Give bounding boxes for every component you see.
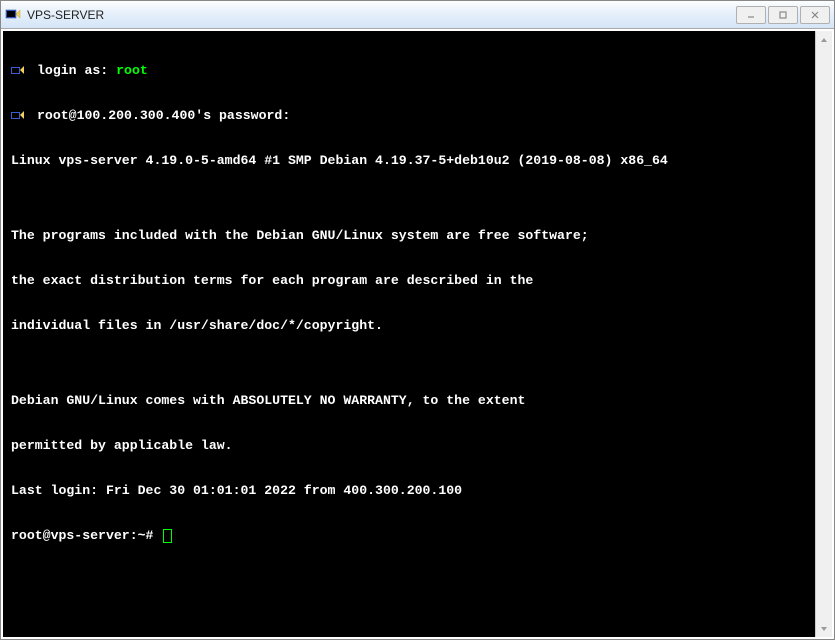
window-controls: [736, 6, 830, 24]
scrollbar[interactable]: [815, 31, 832, 637]
shell-prompt: root@vps-server:~#: [11, 528, 153, 543]
terminal[interactable]: login as: root root@100.200.300.400's pa…: [3, 31, 815, 637]
scroll-up-button[interactable]: [816, 31, 832, 48]
motd-warranty1: Debian GNU/Linux comes with ABSOLUTELY N…: [3, 393, 815, 408]
motd-warranty2: permitted by applicable law.: [3, 438, 815, 453]
login-user: root: [116, 63, 148, 78]
titlebar[interactable]: VPS-SERVER: [1, 1, 834, 29]
motd-terms: the exact distribution terms for each pr…: [3, 273, 815, 288]
prompt-line: root@vps-server:~#: [3, 528, 815, 543]
cursor: [163, 529, 172, 543]
motd-copyright: individual files in /usr/share/doc/*/cop…: [3, 318, 815, 333]
terminal-content: login as: root root@100.200.300.400's pa…: [3, 33, 815, 573]
window-title: VPS-SERVER: [27, 8, 736, 22]
scroll-track[interactable]: [816, 48, 832, 620]
last-login: Last login: Fri Dec 30 01:01:01 2022 fro…: [3, 483, 815, 498]
scroll-down-button[interactable]: [816, 620, 832, 637]
minimize-button[interactable]: [736, 6, 766, 24]
password-line: root@100.200.300.400's password:: [3, 108, 815, 123]
maximize-button[interactable]: [768, 6, 798, 24]
terminal-container: login as: root root@100.200.300.400's pa…: [1, 29, 834, 639]
close-button[interactable]: [800, 6, 830, 24]
login-prompt: login as:: [37, 63, 116, 78]
session-icon: [11, 64, 27, 78]
session-icon: [11, 109, 27, 123]
window: VPS-SERVER: [0, 0, 835, 640]
password-prompt: root@100.200.300.400's password:: [37, 108, 290, 123]
login-line: login as: root: [3, 63, 815, 78]
motd-programs: The programs included with the Debian GN…: [3, 228, 815, 243]
motd-kernel: Linux vps-server 4.19.0-5-amd64 #1 SMP D…: [3, 153, 815, 168]
putty-icon: [5, 7, 21, 23]
